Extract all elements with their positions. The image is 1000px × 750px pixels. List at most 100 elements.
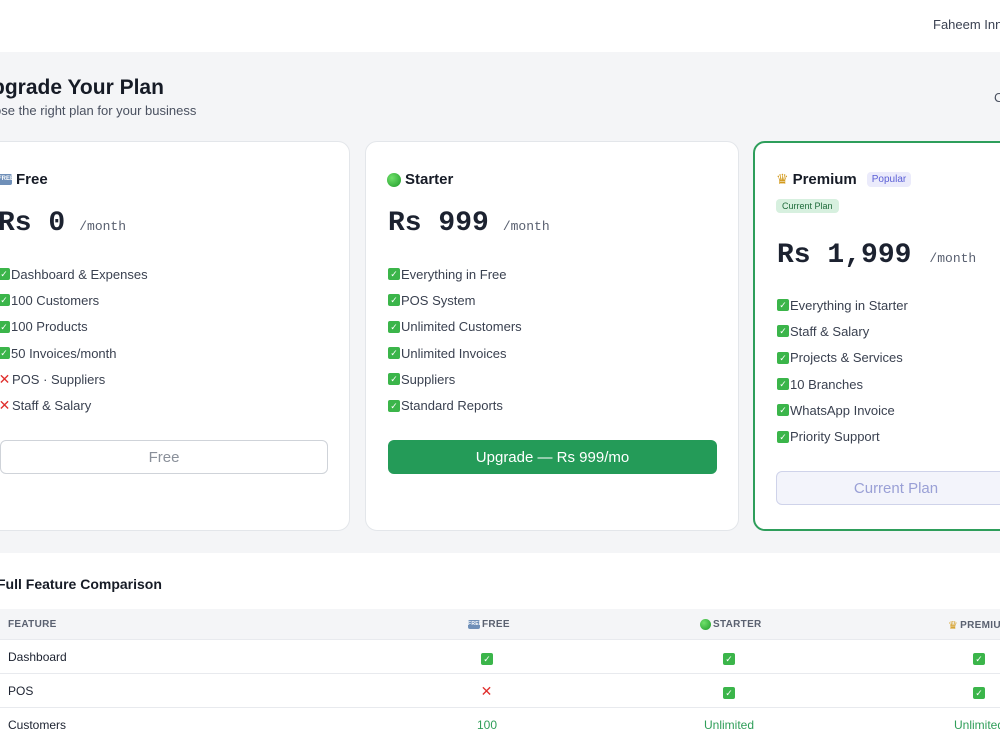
check-icon: ✓	[388, 320, 400, 333]
feature-label: POS · Suppliers	[12, 371, 106, 387]
check-icon: ✓	[0, 294, 10, 307]
free-plan-button[interactable]: Free	[0, 440, 328, 474]
feature-label: Staff & Salary	[790, 323, 870, 339]
check-icon: ✓	[973, 685, 985, 699]
plan-name-free: FREE Free	[0, 171, 48, 188]
feature-label: 100 Products	[11, 319, 88, 335]
check-icon: ✓	[388, 347, 400, 360]
price-period: /month	[502, 219, 550, 234]
column-header-starter: STARTER	[700, 619, 762, 630]
page-subtitle: ose the right plan for your business	[0, 103, 197, 118]
check-icon: ✓	[723, 685, 735, 699]
check-icon: ✓	[777, 404, 789, 417]
column-header-label: PREMIU	[960, 620, 1000, 631]
current-plan-button[interactable]: Current Plan	[776, 471, 1000, 505]
feature-label: 100 Customers	[11, 292, 100, 308]
feature-list-starter: ✓ Everything in Free ✓ POS System ✓ Unlimited…	[388, 261, 522, 419]
feature-item: ✓ Everything in Starter	[777, 292, 908, 318]
check-icon: ✓	[0, 347, 10, 360]
feature-label: Everything in Starter	[790, 297, 908, 313]
check-icon: ✓	[481, 653, 493, 665]
price-amount: Rs 1,999	[777, 240, 912, 271]
free-icon: FREE	[468, 620, 483, 629]
plan-name-starter: Starter	[387, 171, 453, 188]
table-cell-value: Unlimited	[953, 718, 1000, 732]
price-free: Rs 0/month	[0, 208, 126, 239]
feature-list-premium: ✓ Everything in Starter ✓ Staff & Salary ✓ Pr…	[777, 292, 908, 450]
feature-label: Staff & Salary	[12, 398, 92, 414]
feature-item: ✓ 100 Customers	[0, 287, 148, 313]
upgrade-button[interactable]: Upgrade — Rs 999/mo	[388, 440, 717, 474]
feature-item: ✕ Staff & Salary	[0, 392, 148, 418]
feature-item: ✓ Dashboard & Expenses	[0, 261, 148, 287]
feature-item: ✓ Projects & Services	[777, 345, 908, 371]
check-icon: ✓	[777, 378, 789, 391]
row-divider	[0, 639, 1000, 640]
column-header-label: STARTER	[713, 619, 762, 630]
free-icon: FREE	[0, 174, 14, 185]
feature-label: Standard Reports	[401, 398, 503, 414]
feature-label: 10 Branches	[790, 376, 863, 392]
crown-icon: ♛	[948, 620, 959, 632]
feature-item: ✓ Suppliers	[388, 366, 522, 392]
feature-label: Unlimited Customers	[401, 319, 522, 335]
row-divider	[0, 673, 1000, 674]
feature-label: POS System	[401, 292, 476, 308]
check-icon: ✓	[388, 399, 400, 412]
feature-label: Priority Support	[790, 429, 880, 445]
feature-item: ✓ Staff & Salary	[777, 318, 908, 344]
check-icon: ✓	[973, 687, 985, 699]
feature-item: ✓ 50 Invoices/month	[0, 340, 148, 366]
green-circle-icon	[387, 172, 401, 187]
price-period: /month	[79, 219, 127, 234]
popular-badge: Popular	[866, 172, 912, 187]
feature-item: ✓ WhatsApp Invoice	[777, 397, 908, 423]
row-divider	[0, 707, 1000, 708]
check-icon: ✓	[388, 268, 400, 281]
check-icon: ✓	[723, 653, 735, 665]
current-plan-badge: Current Plan	[776, 199, 839, 213]
column-header-feature: FEATURE	[8, 619, 57, 630]
price-amount: Rs 999	[388, 208, 489, 239]
check-icon: ✓	[723, 687, 735, 699]
column-header-label: FREE	[482, 619, 510, 630]
check-icon: ✓	[777, 351, 789, 364]
feature-item: ✓ Priority Support	[777, 423, 908, 449]
plan-name-label: Starter	[405, 171, 454, 188]
feature-item: ✓ Everything in Free	[388, 261, 522, 287]
corner-text: C	[994, 90, 1000, 105]
check-icon: ✓	[973, 653, 985, 665]
cross-icon: ✕	[0, 370, 11, 387]
page-title: pgrade Your Plan	[0, 76, 164, 99]
feature-item: ✓ Unlimited Customers	[388, 314, 522, 340]
cross-icon: ✕	[0, 397, 11, 414]
column-header-premium: ♛ PREMIU	[948, 619, 1000, 632]
feature-item: ✓ POS System	[388, 287, 522, 313]
table-cell-value: Unlimited	[703, 718, 755, 732]
check-icon: ✓	[388, 373, 400, 386]
green-circle-icon	[700, 619, 711, 630]
column-header-free: FREE FREE	[468, 619, 510, 630]
feature-label: Unlimited Invoices	[401, 345, 507, 361]
check-icon: ✓	[0, 320, 10, 333]
table-cell-value: 100	[476, 718, 498, 732]
check-icon: ✓	[777, 430, 789, 443]
crown-icon: ♛	[776, 171, 789, 187]
plan-name-premium: ♛ Premium Popular	[776, 171, 912, 188]
comparison-title: Full Feature Comparison	[0, 576, 162, 592]
feature-item: ✕ POS · Suppliers	[0, 366, 148, 392]
feature-label: Projects & Services	[790, 350, 903, 366]
check-icon: ✓	[388, 294, 400, 307]
cross-icon: ✕	[480, 683, 494, 700]
price-period: /month	[929, 251, 977, 266]
feature-item: ✓ Unlimited Invoices	[388, 340, 522, 366]
feature-label: Suppliers	[401, 371, 456, 387]
feature-list-free: ✓ Dashboard & Expenses ✓ 100 Customers ✓ 100 …	[0, 261, 148, 419]
top-bar: Faheem Inn	[0, 0, 1000, 52]
plan-name-label: Free	[16, 171, 48, 188]
price-starter: Rs 999/month	[388, 208, 550, 239]
check-icon: ✓	[973, 651, 985, 665]
table-row-feature: POS	[8, 684, 34, 698]
user-name[interactable]: Faheem Inn	[933, 17, 1000, 32]
feature-label: 50 Invoices/month	[11, 345, 117, 361]
